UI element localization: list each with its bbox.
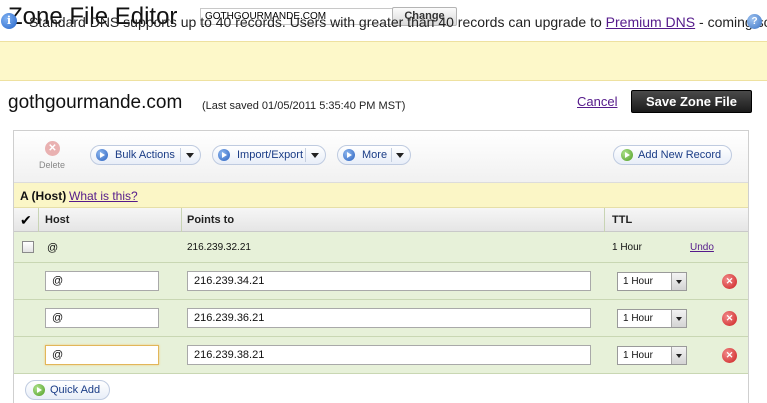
points-to-input[interactable] [187, 271, 591, 291]
column-header-ttl[interactable]: TTL [612, 214, 632, 226]
ttl-select-value: 1 Hour [623, 313, 654, 324]
chevron-down-icon [186, 153, 194, 158]
chevron-down-icon [671, 273, 686, 290]
section-title: A (Host) [20, 189, 67, 203]
delete-label: Delete [39, 160, 66, 170]
host-input[interactable] [45, 271, 159, 291]
host-input[interactable] [45, 308, 159, 328]
ttl-value: 1 Hour [612, 242, 643, 253]
chevron-down-icon [396, 153, 404, 158]
info-text-before: Standard DNS supports up to 40 records. … [29, 14, 606, 30]
separator [305, 148, 306, 162]
more-button[interactable]: More [337, 145, 411, 165]
arrow-circle-icon [343, 149, 355, 161]
remove-record-icon[interactable]: ✕ [722, 348, 737, 363]
help-icon[interactable]: ? [747, 14, 762, 29]
points-to-input[interactable] [187, 308, 591, 328]
what-is-this-link[interactable]: What is this? [69, 189, 138, 203]
remove-record-icon[interactable]: ✕ [722, 311, 737, 326]
quick-add-label: Quick Add [50, 384, 101, 396]
bulk-actions-label: Bulk Actions [115, 149, 175, 161]
remove-record-icon[interactable]: ✕ [722, 274, 737, 289]
ttl-select-value: 1 Hour [623, 276, 654, 287]
add-circle-icon [33, 384, 45, 396]
info-banner-text: Standard DNS supports up to 40 records. … [29, 14, 767, 30]
info-banner [0, 41, 767, 81]
undo-link[interactable]: Undo [690, 242, 714, 253]
arrow-circle-icon [96, 149, 108, 161]
arrow-circle-icon [218, 149, 230, 161]
cancel-link[interactable]: Cancel [577, 94, 617, 109]
host-value: @ [47, 242, 59, 254]
chevron-down-icon [671, 347, 686, 364]
bulk-actions-button[interactable]: Bulk Actions [90, 145, 201, 165]
column-header-host[interactable]: Host [45, 214, 69, 226]
separator [180, 148, 181, 162]
chevron-down-icon [311, 153, 319, 158]
ttl-select[interactable]: 1 Hour [617, 272, 687, 291]
info-icon: i [1, 13, 17, 29]
import-export-button[interactable]: Import/Export [212, 145, 326, 165]
grid-header [14, 208, 748, 232]
add-new-record-button[interactable]: Add New Record [613, 145, 732, 165]
ttl-select[interactable]: 1 Hour [617, 309, 687, 328]
host-input[interactable] [45, 345, 159, 365]
points-to-input[interactable] [187, 345, 591, 365]
chevron-down-icon [671, 310, 686, 327]
more-label: More [362, 149, 388, 161]
add-circle-icon [621, 149, 633, 161]
premium-dns-link[interactable]: Premium DNS [606, 14, 695, 30]
import-export-label: Import/Export [237, 149, 304, 161]
add-new-record-label: Add New Record [638, 149, 722, 161]
select-all-checkmark-icon[interactable]: ✔ [20, 213, 32, 227]
ttl-select-value: 1 Hour [623, 350, 654, 361]
separator [391, 148, 392, 162]
domain-name-heading: gothgourmande.com [8, 92, 183, 113]
column-header-points-to[interactable]: Points to [187, 214, 234, 226]
ttl-select[interactable]: 1 Hour [617, 346, 687, 365]
last-saved-text: (Last saved 01/05/2011 5:35:40 PM MST) [202, 100, 406, 112]
save-zone-file-button[interactable]: Save Zone File [631, 90, 752, 113]
row-checkbox[interactable] [22, 241, 34, 253]
delete-icon[interactable]: ✕ [45, 141, 60, 156]
quick-add-button[interactable]: Quick Add [25, 380, 110, 400]
points-to-value: 216.239.32.21 [187, 242, 251, 253]
